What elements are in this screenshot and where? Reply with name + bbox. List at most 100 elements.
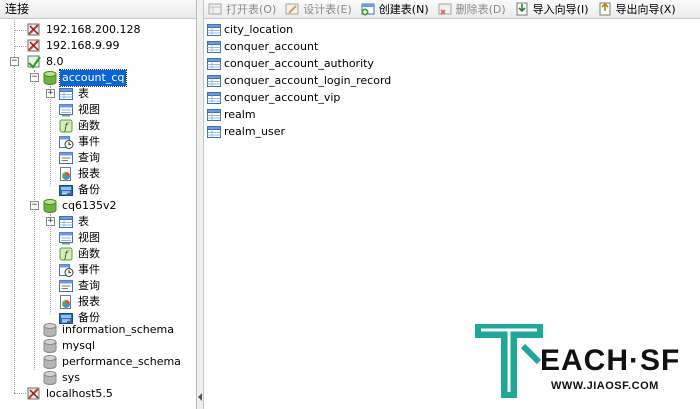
export-icon <box>597 1 613 17</box>
view-icon <box>58 102 74 118</box>
table-item-realm-user[interactable]: realm_user <box>206 124 285 140</box>
table-icon <box>206 39 222 55</box>
table-name: realm <box>224 108 256 121</box>
database-node-information-schema[interactable]: information_schema <box>42 322 176 338</box>
button-label: 导入向导(I) <box>532 3 589 16</box>
tree-item-tables[interactable]: 表 <box>58 86 91 102</box>
node-label: mysql <box>62 339 95 352</box>
delete-table-icon <box>437 1 453 17</box>
database-node-cq6135v2[interactable]: cq6135v2 <box>42 198 119 214</box>
database-closed-icon <box>42 354 58 370</box>
node-label: 表 <box>78 215 89 228</box>
tree-item-events[interactable]: 事件 <box>58 134 102 150</box>
import-wizard-button[interactable]: 导入向导(I) <box>511 0 594 18</box>
database-node-performance-schema[interactable]: performance_schema <box>42 354 183 370</box>
delete-table-button[interactable]: 删除表(D) <box>434 0 511 18</box>
table-item-conquer-account-authority[interactable]: conquer_account_authority <box>206 56 374 72</box>
connection-node[interactable]: 192.168.200.128 <box>26 22 142 38</box>
connection-tree: − − + − + 192.168.200.128 192.168.9.99 8… <box>0 20 196 409</box>
collapse-toggle[interactable]: − <box>30 73 39 82</box>
watermark-t-logo-icon <box>475 324 543 398</box>
node-label: 查询 <box>78 279 100 292</box>
node-label: cq6135v2 <box>62 199 117 212</box>
export-wizard-button[interactable]: 导出向导(X) <box>594 0 681 18</box>
table-item-conquer-account-login-record[interactable]: conquer_account_login_record <box>206 73 391 89</box>
database-node-account-cq[interactable]: account_cq <box>42 69 128 87</box>
tree-guide <box>14 20 15 393</box>
button-label: 创建表(N) <box>378 3 429 16</box>
tree-item-views[interactable]: 视图 <box>58 230 102 246</box>
watermark-logo: EACH·SF WWW.JIAOSF.COM <box>473 322 695 400</box>
table-icon <box>206 56 222 72</box>
node-label: information_schema <box>62 323 174 336</box>
query-icon <box>58 278 74 294</box>
report-chart-icon <box>58 294 74 310</box>
pane-splitter[interactable] <box>197 0 204 409</box>
function-icon <box>58 246 74 262</box>
design-table-icon <box>284 1 300 17</box>
collapse-left-arrow-icon[interactable] <box>198 393 202 401</box>
node-label: 事件 <box>78 263 100 276</box>
table-icon <box>206 124 222 140</box>
table-name: conquer_account_vip <box>224 91 341 104</box>
tree-item-functions[interactable]: 函数 <box>58 246 102 262</box>
create-table-icon <box>360 1 376 17</box>
database-node-sys[interactable]: sys <box>42 370 82 386</box>
design-table-button[interactable]: 设计表(E) <box>281 0 357 18</box>
button-label: 导出向导(X) <box>615 3 676 16</box>
button-label: 打开表(O) <box>226 3 277 16</box>
node-label: 查询 <box>78 151 100 164</box>
node-label: 视图 <box>78 103 100 116</box>
connection-panel: 连接 − − + − + 192.168.200.128 192.168.9.9… <box>0 0 197 409</box>
connection-open-icon <box>26 54 42 70</box>
tree-item-views[interactable]: 视图 <box>58 102 102 118</box>
backup-icon <box>58 182 74 198</box>
connection-node[interactable]: localhost5.5 <box>26 386 115 402</box>
collapse-toggle[interactable]: − <box>10 57 19 66</box>
table-item-realm[interactable]: realm <box>206 107 256 123</box>
database-closed-icon <box>42 370 58 386</box>
tree-guide <box>14 46 26 47</box>
database-closed-icon <box>42 338 58 354</box>
open-table-button[interactable]: 打开表(O) <box>204 0 281 18</box>
table-name: realm_user <box>224 125 286 138</box>
node-label: 报表 <box>78 295 100 308</box>
open-table-icon <box>207 1 223 17</box>
node-label: 视图 <box>78 231 100 244</box>
tree-item-functions[interactable]: 函数 <box>58 118 102 134</box>
node-label: 192.168.9.99 <box>46 39 120 52</box>
tree-item-reports[interactable]: 报表 <box>58 294 102 310</box>
table-icon <box>58 86 74 102</box>
create-table-button[interactable]: 创建表(N) <box>357 0 434 18</box>
object-toolbar: 打开表(O) 设计表(E) 创建表(N) 删除表(D) 导入向导(I) 导出向导… <box>204 0 700 19</box>
connection-closed-icon <box>26 22 42 38</box>
query-icon <box>58 150 74 166</box>
tree-item-queries[interactable]: 查询 <box>58 278 102 294</box>
table-name: conquer_account_authority <box>224 57 374 70</box>
connection-node[interactable]: 192.168.9.99 <box>26 38 121 54</box>
function-icon <box>58 118 74 134</box>
expand-toggle[interactable]: + <box>46 217 55 226</box>
expand-toggle[interactable]: + <box>46 89 55 98</box>
node-label: 函数 <box>78 119 100 132</box>
node-label: localhost5.5 <box>46 387 113 400</box>
tree-item-reports[interactable]: 报表 <box>58 166 102 182</box>
connection-node[interactable]: 8.0 <box>26 54 66 70</box>
database-node-mysql[interactable]: mysql <box>42 338 97 354</box>
table-icon <box>206 90 222 106</box>
table-icon <box>58 214 74 230</box>
table-item-conquer-account-vip[interactable]: conquer_account_vip <box>206 90 340 106</box>
tree-item-events[interactable]: 事件 <box>58 262 102 278</box>
node-label: sys <box>62 371 80 384</box>
tree-item-backups[interactable]: 备份 <box>58 182 102 198</box>
tree-item-tables[interactable]: 表 <box>58 214 91 230</box>
event-clock-icon <box>58 134 74 150</box>
table-item-conquer-account[interactable]: conquer_account <box>206 39 318 55</box>
node-label: account_cq <box>58 69 128 87</box>
tree-item-queries[interactable]: 查询 <box>58 150 102 166</box>
collapse-toggle[interactable]: − <box>30 201 39 210</box>
node-label: 备份 <box>78 183 100 196</box>
node-label: 函数 <box>78 247 100 260</box>
database-icon <box>42 198 58 214</box>
table-item-city-location[interactable]: city_location <box>206 22 293 38</box>
